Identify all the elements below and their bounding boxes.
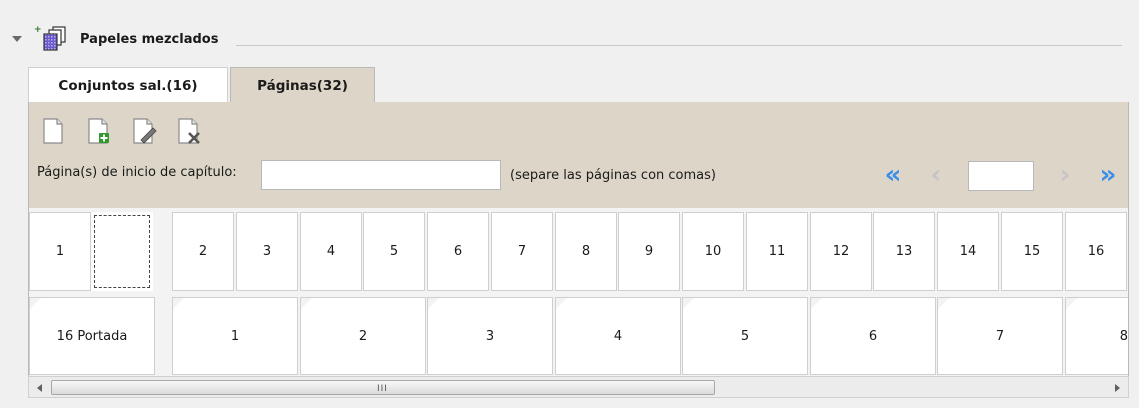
sheet-thumb[interactable]: 3	[427, 297, 553, 375]
delete-page-icon[interactable]	[174, 116, 202, 146]
page-fold-icon	[1066, 298, 1078, 310]
page-fold-icon	[683, 298, 695, 310]
first-page-icon[interactable]: «	[881, 162, 905, 188]
page-thumb[interactable]: 1	[29, 212, 91, 291]
header-divider	[236, 45, 1122, 46]
sheet-thumb[interactable]: 7	[937, 297, 1063, 375]
sheet-label: 6	[868, 328, 878, 344]
page-thumb[interactable]: 7	[491, 212, 553, 291]
page-fold-icon	[938, 298, 950, 310]
page-thumb[interactable]: 3	[236, 212, 298, 291]
page-thumb[interactable]: 14	[937, 212, 999, 291]
new-page-icon[interactable]	[39, 116, 67, 146]
page-thumb[interactable]: 12	[810, 212, 872, 291]
page-fold-icon	[428, 298, 440, 310]
scroll-right-icon[interactable]	[1115, 384, 1120, 392]
sheet-thumb[interactable]: 4	[555, 297, 681, 375]
sheet-thumb[interactable]: 5	[682, 297, 808, 375]
sheet-label: 16 Portada	[56, 328, 128, 344]
scroll-left-icon[interactable]	[37, 384, 42, 392]
svg-text:+: +	[34, 25, 42, 35]
edit-page-icon[interactable]	[129, 116, 157, 146]
page-thumbnail-area: 1 2 3 4 5 6 7 8 9 10 11 12 13 14 15 16 1…	[28, 208, 1129, 376]
horizontal-scrollbar[interactable]: III	[28, 376, 1129, 398]
prev-page-icon[interactable]: ‹	[924, 162, 948, 188]
page-thumb[interactable]: 10	[682, 212, 744, 291]
add-page-icon[interactable]	[84, 116, 112, 146]
page-thumb[interactable]: 8	[555, 212, 617, 291]
page-fold-icon	[173, 298, 185, 310]
sheet-label: 3	[485, 328, 495, 344]
chapter-start-label: Página(s) de inicio de capítulo:	[37, 165, 237, 180]
sheet-thumb[interactable]: 6	[810, 297, 936, 375]
chapter-hint: (separe las páginas con comas)	[510, 168, 716, 183]
page-thumb[interactable]: 5	[363, 212, 425, 291]
tab-bar: Conjuntos sal.(16) Páginas(32)	[28, 67, 1129, 103]
sheet-thumb-cover[interactable]: 16 Portada	[29, 297, 155, 375]
page-fold-icon	[556, 298, 568, 310]
page-number-input[interactable]	[968, 161, 1034, 191]
page-thumb[interactable]: 2	[172, 212, 234, 291]
collapse-triangle-icon[interactable]	[12, 36, 22, 42]
sheet-label: 4	[613, 328, 623, 344]
sheet-thumb[interactable]: 8	[1065, 297, 1128, 375]
page-thumb[interactable]: 11	[746, 212, 808, 291]
sheet-label: 8	[1119, 328, 1128, 344]
chapter-start-input[interactable]	[261, 160, 501, 190]
scrollbar-thumb[interactable]: III	[51, 380, 715, 395]
tab-output-sets[interactable]: Conjuntos sal.(16)	[28, 67, 228, 103]
toolbar-panel: Página(s) de inicio de capítulo: (separe…	[28, 102, 1129, 208]
page-thumb[interactable]: 9	[618, 212, 680, 291]
page-thumb[interactable]: 4	[300, 212, 362, 291]
sheet-label: 1	[230, 328, 240, 344]
sheet-label: 5	[740, 328, 750, 344]
sheet-label: 7	[995, 328, 1005, 344]
page-fold-icon	[30, 298, 42, 310]
sheet-label: 2	[358, 328, 368, 344]
tab-pages[interactable]: Páginas(32)	[230, 67, 375, 103]
page-thumb[interactable]: 15	[1001, 212, 1063, 291]
section-header: + Papeles mezclados	[0, 20, 1139, 56]
sheet-thumb[interactable]: 1	[172, 297, 298, 375]
section-title: Papeles mezclados	[80, 32, 219, 47]
mixed-paper-icon: +	[34, 25, 66, 51]
scroll-grip: III	[377, 384, 388, 394]
blank-page-outline	[94, 215, 150, 288]
page-fold-icon	[811, 298, 823, 310]
sheet-thumb[interactable]: 2	[300, 297, 426, 375]
page-fold-icon	[301, 298, 313, 310]
page-thumb[interactable]: 6	[427, 212, 489, 291]
next-page-icon[interactable]: ›	[1053, 162, 1077, 188]
page-thumb[interactable]: 16	[1065, 212, 1127, 291]
page-thumb[interactable]: 13	[873, 212, 935, 291]
last-page-icon[interactable]: »	[1096, 162, 1120, 188]
blank-page-placeholder[interactable]	[91, 212, 153, 291]
